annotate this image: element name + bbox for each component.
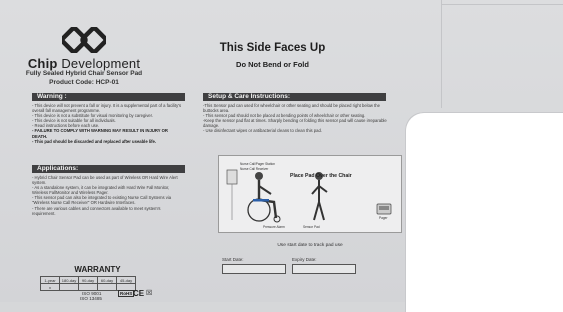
rohs-mark: RoHS	[118, 290, 135, 297]
chip-development-logo-icon	[62, 27, 106, 53]
warranty-table: 1-year 180-day 90-day 60-day 45-day x	[40, 276, 136, 291]
background-cutout	[405, 112, 563, 312]
warranty-title: WARRANTY	[74, 265, 121, 274]
applications-line: - This sensor pad can also be integrated…	[32, 195, 172, 206]
illustration-label-pager: Pager	[379, 216, 388, 220]
expiry-date-label: Expiry Date:	[292, 257, 317, 262]
warranty-period: 180-day	[59, 276, 79, 284]
warranty-period: 90-day	[78, 276, 98, 284]
ce-mark: CE	[133, 289, 145, 298]
warranty-mark	[78, 283, 98, 291]
start-date-field[interactable]	[222, 264, 286, 274]
illustration-label-receiver: Nurse Call Receiver	[240, 167, 269, 171]
setup-header: Setup & Care Instructions:	[203, 93, 386, 101]
warranty-mark: x	[40, 283, 60, 291]
illustration-caption: Place Pad Over the Chair	[290, 173, 352, 179]
warranty-period: 1-year	[40, 276, 60, 284]
applications-text: - Hybrid Chair Sensor Pad can be used as…	[32, 175, 184, 216]
brand-name: Chip Development	[0, 56, 168, 71]
applications-line: - Hybrid Chair Sensor Pad can be used as…	[32, 175, 178, 186]
wheelchair-diagram-icon: Nurse Call/Pager Station Nurse Call Rece…	[226, 162, 392, 229]
illustration-label-pad-b: Sensor Pad	[303, 225, 320, 229]
setup-line: -This Sensor pad can used for wheelchair…	[203, 103, 380, 114]
warranty-mark	[97, 283, 117, 291]
pad-seam-horizontal	[441, 4, 563, 5]
orientation-heading: This Side Faces Up	[219, 42, 326, 54]
product-code: Product Code: HCP-01	[49, 79, 119, 86]
pad-seam-vertical	[441, 0, 442, 108]
warning-line: - This device will not prevent a fall or…	[32, 103, 182, 114]
setup-line: - Use disinfectant wipes or antibacteria…	[203, 128, 322, 134]
weee-bin-icon: ☒	[146, 290, 153, 297]
warranty-mark	[59, 283, 79, 291]
warning-line: - FAILURE TO COMPLY WITH WARNING MAY RES…	[32, 128, 168, 139]
iso-13485-label: ISO 13485	[80, 296, 102, 301]
warranty-period: 45-day	[116, 276, 136, 284]
setup-illustration: Nurse Call/Pager Station Nurse Call Rece…	[218, 155, 402, 233]
tracking-note: Use start date to track pad use	[277, 243, 343, 248]
brand-name-light: Development	[57, 56, 141, 71]
warranty-periods-row: 1-year 180-day 90-day 60-day 45-day	[40, 276, 136, 284]
applications-header: Applications:	[32, 165, 185, 173]
setup-line: -Keep the sensor pad flat at times. Shar…	[203, 118, 387, 129]
applications-line: - As a standalone system, it can be inte…	[32, 185, 170, 196]
expiry-date-field[interactable]	[292, 264, 356, 274]
setup-text: -This Sensor pad can used for wheelchair…	[203, 103, 388, 134]
warning-line: - This pad should be discarded and repla…	[32, 138, 157, 144]
handling-subheading: Do Not Bend or Fold	[236, 60, 309, 69]
warranty-period: 60-day	[97, 276, 117, 284]
applications-line: - There are various cables and connector…	[32, 205, 161, 216]
brand-name-bold: Chip	[27, 56, 58, 71]
product-subtitle: Fully Sealed Hybrid Chair Sensor Pad	[25, 70, 143, 77]
illustration-label-monitor: Nurse Call/Pager Station	[240, 162, 275, 166]
warning-text: - This device will not prevent a fall or…	[32, 103, 182, 144]
illustration-label-pad-a: Pressure Alarm	[263, 225, 285, 229]
warning-header: Warning :	[32, 93, 185, 101]
start-date-label: Start Date:	[222, 257, 244, 262]
